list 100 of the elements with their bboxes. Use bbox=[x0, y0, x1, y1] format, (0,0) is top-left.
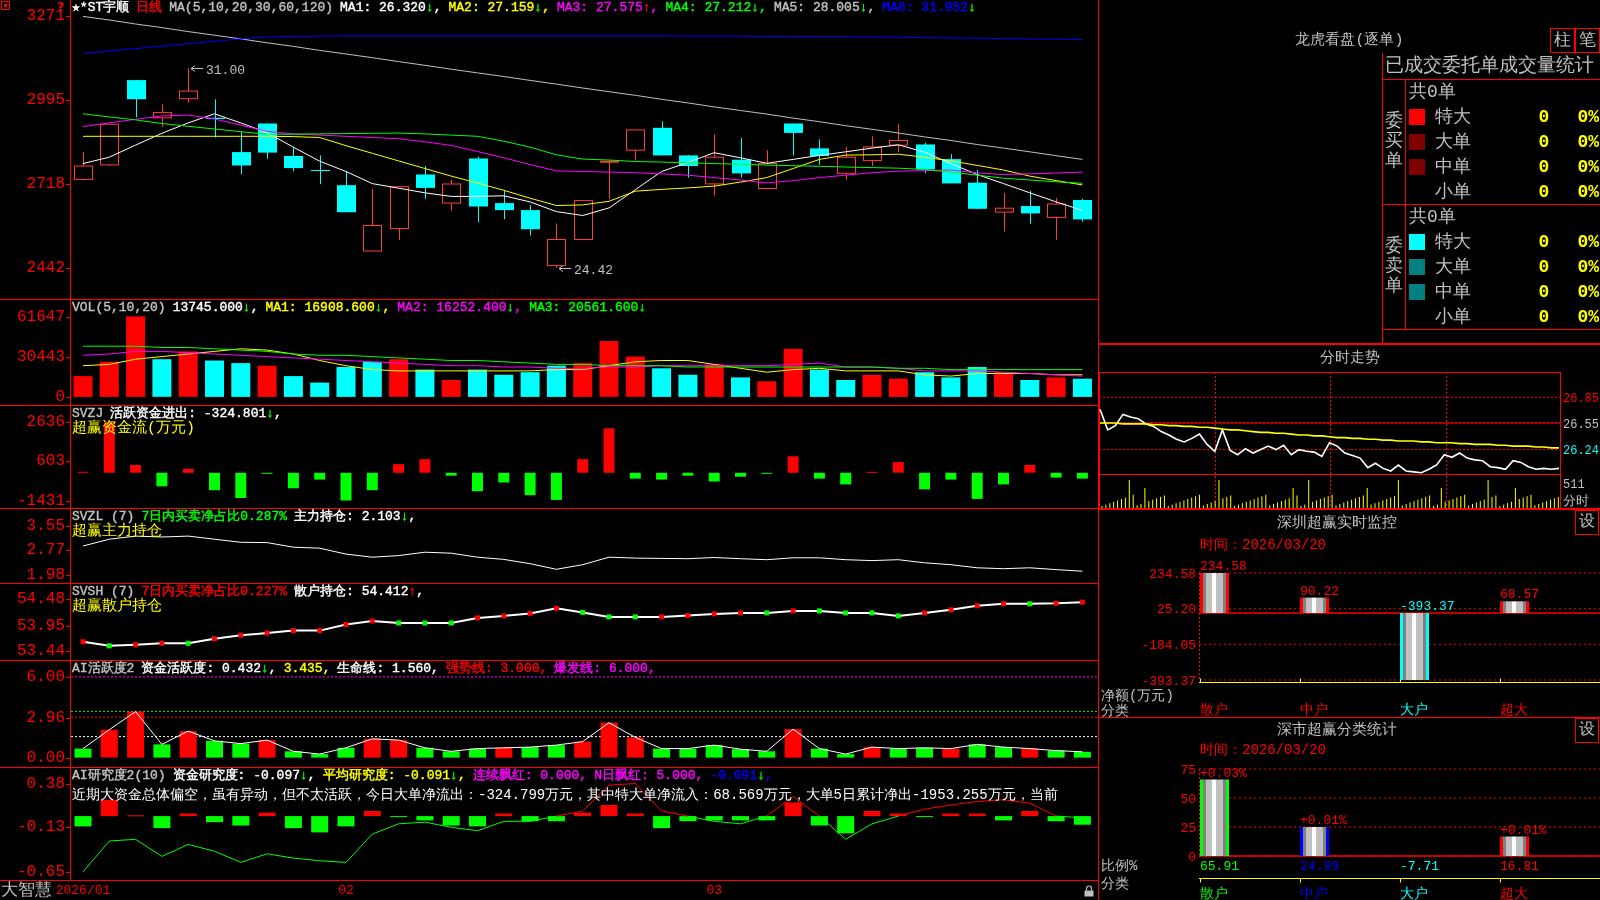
point bbox=[238, 632, 244, 638]
point bbox=[475, 615, 480, 621]
legend-item: 3.435, bbox=[283, 661, 331, 676]
axis-label: 50 bbox=[1180, 791, 1196, 807]
point bbox=[632, 614, 638, 620]
bar bbox=[206, 740, 223, 758]
change-label: +0.03% bbox=[1200, 765, 1247, 781]
bar bbox=[314, 472, 326, 480]
point bbox=[212, 636, 217, 642]
bar bbox=[599, 341, 619, 397]
bar bbox=[340, 472, 352, 501]
table-title: 已成交委托单成交量统计 bbox=[1385, 54, 1594, 78]
bar bbox=[257, 365, 277, 397]
axis-label: 3271 bbox=[26, 8, 65, 25]
axis-label: 03 bbox=[706, 882, 722, 900]
point bbox=[711, 611, 717, 617]
bar bbox=[1200, 573, 1229, 613]
axis-label: -393.37 bbox=[1141, 673, 1196, 689]
bar bbox=[363, 811, 381, 817]
bar bbox=[678, 374, 698, 397]
group-label: 委买单 bbox=[1385, 112, 1403, 172]
value-label: -7.71 bbox=[1400, 859, 1439, 874]
bar bbox=[1024, 465, 1036, 473]
bar bbox=[810, 816, 828, 826]
bar bbox=[862, 374, 882, 397]
category-label: 散户 bbox=[1200, 702, 1228, 717]
value-label: 65.91 bbox=[1200, 859, 1239, 874]
settings-button[interactable]: 设 bbox=[1575, 718, 1599, 743]
point bbox=[948, 607, 954, 613]
bar bbox=[179, 731, 197, 758]
bar bbox=[206, 816, 223, 823]
category-label: 中户 bbox=[1300, 886, 1328, 900]
order-share: 0% bbox=[1577, 132, 1599, 152]
legend-item: 强势线: 3.000, bbox=[445, 661, 548, 676]
point bbox=[527, 610, 533, 616]
axis-label: 3.55 bbox=[26, 518, 65, 535]
legend-item: 日线 bbox=[136, 0, 163, 15]
bar bbox=[311, 754, 329, 758]
bar bbox=[366, 472, 378, 491]
legend-item: MA3: 20561.600↓ bbox=[529, 300, 647, 315]
bar bbox=[73, 376, 93, 397]
axis-label: 0 bbox=[55, 388, 65, 405]
order-size-label: 特大 bbox=[1435, 232, 1471, 253]
bar bbox=[653, 748, 671, 758]
bar bbox=[995, 816, 1012, 821]
settings-button[interactable]: 设 bbox=[1575, 510, 1599, 535]
axis-label: 603 bbox=[36, 453, 65, 470]
point bbox=[290, 628, 296, 634]
order-count: 0 bbox=[1538, 306, 1550, 327]
axis-label: 0.00 bbox=[26, 749, 65, 766]
bar bbox=[945, 472, 957, 480]
bar bbox=[837, 754, 855, 758]
bar bbox=[469, 748, 486, 758]
bar bbox=[919, 472, 931, 490]
point bbox=[974, 603, 980, 609]
bar bbox=[547, 745, 565, 758]
candlestick bbox=[127, 79, 146, 118]
view-button[interactable]: 柱 bbox=[1550, 28, 1575, 53]
bar bbox=[442, 816, 460, 826]
candlestick bbox=[1021, 190, 1040, 225]
candlestick bbox=[758, 149, 777, 189]
axis-label: 26.55 bbox=[1563, 417, 1599, 432]
point bbox=[1053, 600, 1059, 606]
bar bbox=[731, 377, 750, 397]
view-button[interactable]: 笔 bbox=[1575, 28, 1600, 53]
legend-item: 资金活跃度: 0.432↓, bbox=[141, 661, 277, 676]
category-label: 中户 bbox=[1300, 702, 1328, 717]
bar bbox=[1020, 380, 1040, 397]
point bbox=[553, 605, 559, 611]
bar bbox=[100, 729, 118, 758]
bar bbox=[837, 816, 855, 834]
bar bbox=[287, 472, 299, 489]
bar bbox=[546, 365, 566, 397]
legend-item: MA1: 16908.600↓, bbox=[265, 300, 391, 315]
axis-label: 26.85 bbox=[1563, 391, 1599, 406]
bar bbox=[1072, 378, 1092, 397]
legend-item: 7日内买卖净占比0.227% bbox=[141, 584, 288, 599]
bar bbox=[235, 472, 247, 498]
bar bbox=[810, 748, 828, 758]
bar bbox=[603, 428, 615, 473]
point bbox=[606, 614, 612, 620]
legend-item: MA4: 27.212↓, bbox=[665, 0, 767, 15]
order-count: 0 bbox=[1538, 257, 1550, 277]
candlestick bbox=[1073, 198, 1092, 223]
legend-item: 生命线: 1.560, bbox=[337, 661, 439, 676]
point bbox=[580, 609, 586, 615]
bar bbox=[258, 740, 276, 758]
bar bbox=[600, 805, 618, 817]
bar bbox=[1300, 597, 1329, 613]
bar bbox=[178, 351, 198, 397]
order-count: 0 bbox=[1538, 232, 1550, 253]
bar bbox=[498, 472, 510, 483]
order-size-label: 中单 bbox=[1435, 156, 1471, 177]
bar bbox=[231, 363, 251, 397]
axis-label: 26.24 bbox=[1563, 444, 1599, 459]
point bbox=[343, 622, 349, 627]
bar bbox=[445, 472, 457, 476]
bar bbox=[232, 816, 250, 826]
bar bbox=[1046, 377, 1066, 397]
bar bbox=[390, 740, 408, 758]
